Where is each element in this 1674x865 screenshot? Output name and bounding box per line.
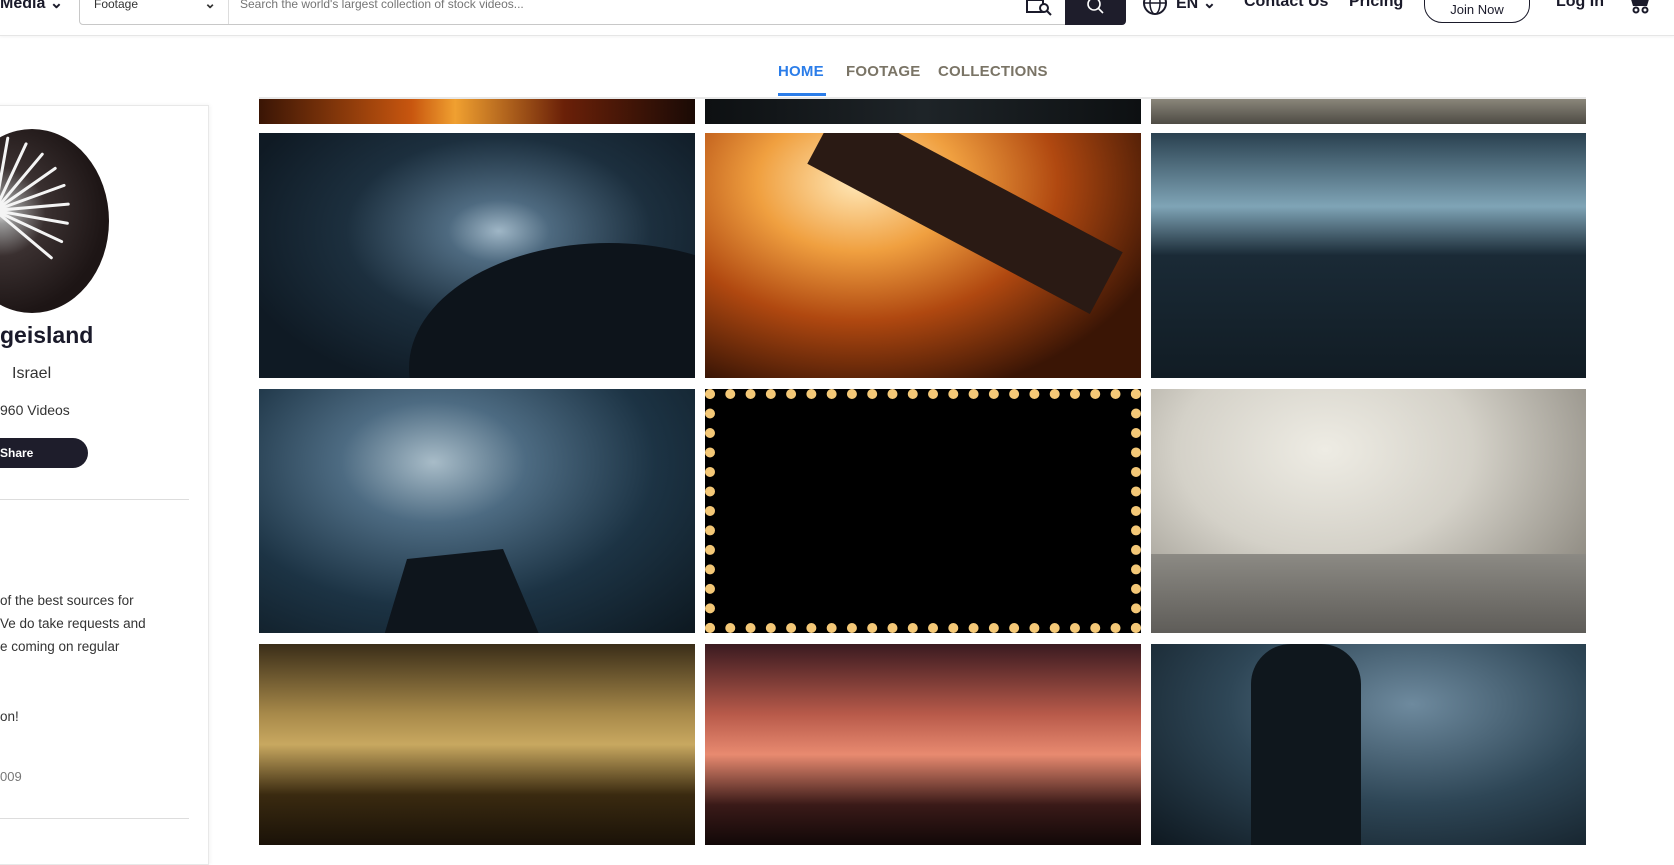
video-thumbnail[interactable]	[1151, 644, 1586, 845]
profile-country: Israel	[12, 365, 52, 382]
search-bar: Footage ⌄	[79, 0, 1066, 25]
search-button[interactable]	[1065, 0, 1126, 25]
join-now-button[interactable]: Join Now	[1424, 0, 1530, 23]
video-count: 960 Videos	[0, 402, 70, 418]
language-select[interactable]: EN ⌄	[1176, 0, 1216, 13]
chevron-down-icon: ⌄	[1202, 0, 1217, 12]
video-thumbnail[interactable]	[705, 133, 1141, 378]
top-navbar: Media ⌄ Footage ⌄ EN ⌄ Contact Us Pricing…	[0, 0, 1674, 36]
media-label: Media	[0, 0, 46, 12]
chevron-down-icon: ⌄	[204, 0, 216, 11]
video-thumbnail[interactable]	[1151, 99, 1586, 124]
image-search-icon[interactable]	[1025, 0, 1053, 16]
bio-line: Ve do take requests and	[0, 616, 146, 631]
share-label: Share	[0, 446, 34, 460]
media-menu[interactable]: Media ⌄	[0, 0, 63, 13]
video-thumbnail[interactable]	[259, 644, 695, 845]
tab-home[interactable]: HOME	[778, 63, 824, 80]
bio-line: e coming on regular	[0, 639, 120, 654]
globe-icon[interactable]	[1142, 0, 1168, 16]
member-since: 009	[0, 769, 22, 784]
video-thumbnail[interactable]	[705, 644, 1141, 845]
contact-link[interactable]: Contact Us	[1244, 0, 1328, 11]
video-thumbnail[interactable]	[1151, 389, 1586, 633]
search-input[interactable]	[240, 0, 940, 11]
share-button[interactable]: Share	[0, 438, 88, 468]
login-link[interactable]: Log In	[1556, 0, 1604, 11]
tab-footage[interactable]: FOOTAGE	[846, 63, 920, 80]
video-thumbnail[interactable]	[259, 389, 695, 633]
divider	[0, 499, 189, 500]
video-thumbnail[interactable]	[259, 133, 695, 378]
active-tab-indicator	[778, 93, 826, 96]
profile-name: geisland	[0, 322, 94, 348]
search-icon	[1086, 0, 1104, 14]
bio-line: of the best sources for	[0, 593, 134, 608]
media-type-value: Footage	[94, 0, 139, 11]
language-value: EN	[1176, 0, 1199, 12]
cart-icon[interactable]	[1628, 0, 1654, 14]
bio-tail: on!	[0, 709, 19, 724]
pricing-link[interactable]: Pricing	[1349, 0, 1403, 11]
media-type-select[interactable]: Footage ⌄	[80, 0, 229, 24]
video-thumbnail[interactable]	[259, 99, 695, 124]
video-thumbnail[interactable]	[705, 389, 1141, 633]
video-thumbnail[interactable]	[705, 99, 1141, 124]
tab-collections[interactable]: COLLECTIONS	[938, 63, 1048, 80]
chevron-down-icon: ⌄	[49, 0, 64, 12]
divider	[0, 818, 189, 819]
video-thumbnail[interactable]	[1151, 133, 1586, 378]
